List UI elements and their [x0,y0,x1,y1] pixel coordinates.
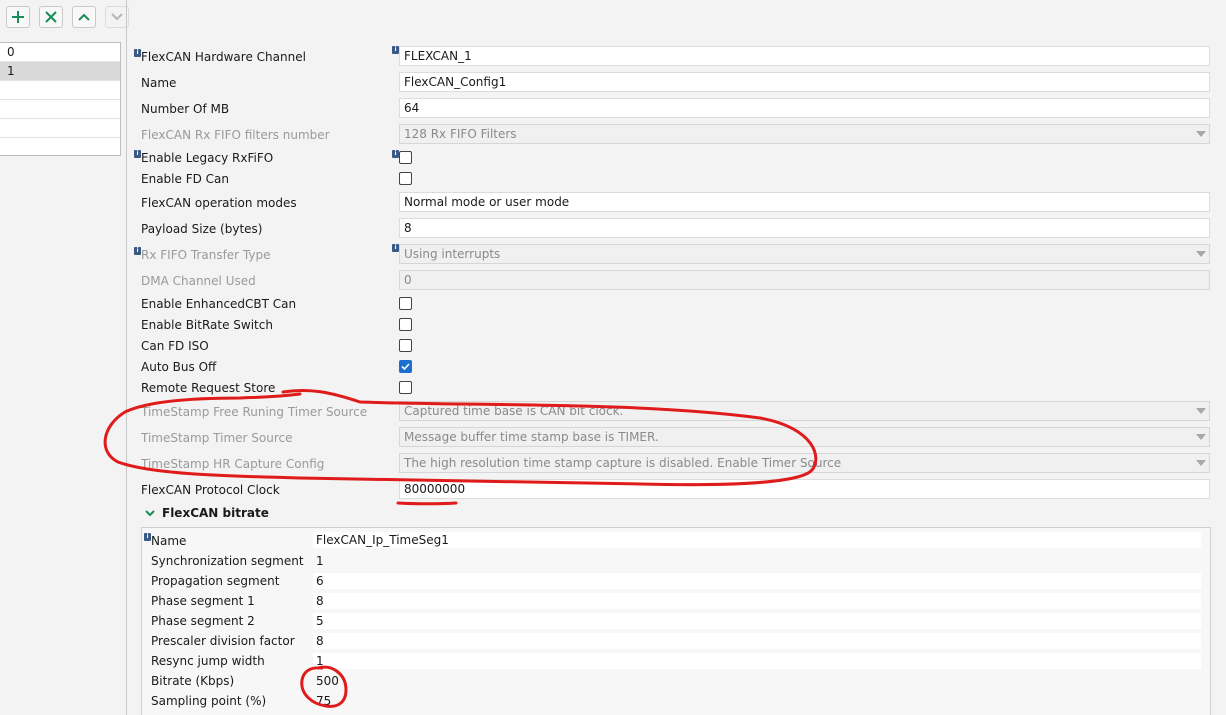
enhanced-cbt-label: Enable EnhancedCBT Can [141,297,297,311]
add-button[interactable] [6,6,30,28]
prop-segment-field[interactable]: 6 [313,573,1201,589]
list-item-selected[interactable]: 1 [0,62,120,81]
info-icon: i [392,150,399,158]
ts-free-running-select[interactable]: Captured time base is CAN bit clock. [399,401,1210,421]
resync-jump-field[interactable]: 1 [313,653,1201,669]
ts-timer-source-label: TimeStamp Timer Source [141,431,293,445]
fd-iso-checkbox[interactable] [399,339,412,352]
chevron-down-icon [1196,408,1206,414]
prop-segment-label: Propagation segment [151,574,280,588]
info-icon: i [134,150,141,158]
list-item[interactable] [0,100,120,119]
enable-fd-label: Enable FD Can [141,172,229,186]
phase-segment2-field[interactable]: 5 [313,613,1201,629]
move-up-button[interactable] [72,6,96,28]
chevron-down-icon [1196,434,1206,440]
chevron-down-icon [1196,131,1206,137]
number-of-mb-label: Number Of MB [141,102,230,116]
operation-modes-field[interactable]: Normal mode or user mode [399,192,1210,212]
ts-free-running-label: TimeStamp Free Runing Timer Source [141,405,368,419]
list-item[interactable]: 0 [0,43,120,62]
legacy-rxfifo-label: Enable Legacy RxFiFO [141,151,274,165]
chevron-down-icon [111,13,123,21]
info-icon: i [392,244,399,252]
rx-fifo-transfer-label: Rx FIFO Transfer Type [141,248,271,262]
chevron-down-icon [1196,460,1206,466]
sampling-point-label: Sampling point (%) [151,694,267,708]
prescaler-field[interactable]: 8 [313,633,1201,649]
bitrate-section-toggle[interactable]: FlexCAN bitrate [144,504,269,522]
payload-size-label: Payload Size (bytes) [141,222,263,236]
bitrate-name-label: Name [151,534,187,548]
plus-icon [12,11,24,23]
bitrate-kbps-value: 500 [316,674,339,688]
bitrate-section-title: FlexCAN bitrate [162,506,269,520]
sampling-point-value: 75 [316,694,332,708]
number-of-mb-field[interactable]: 64 [399,98,1210,118]
enable-fd-checkbox[interactable] [399,172,412,185]
ts-timer-source-select[interactable]: Message buffer time stamp base is TIMER. [399,427,1210,447]
auto-bus-off-label: Auto Bus Off [141,360,217,374]
phase-segment2-label: Phase segment 2 [151,614,255,628]
auto-bus-off-checkbox[interactable] [399,360,412,373]
list-item[interactable] [0,81,120,100]
chevron-up-icon [78,13,90,21]
name-field[interactable]: FlexCAN_Config1 [399,72,1210,92]
hw-channel-field[interactable]: FLEXCAN_1 [399,46,1210,66]
panel-divider [126,0,127,715]
close-icon [45,11,57,23]
info-icon: i [144,533,151,541]
info-icon: i [134,247,141,255]
fd-iso-label: Can FD ISO [141,339,209,353]
name-label: Name [141,76,177,90]
hw-channel-label: FlexCAN Hardware Channel [141,50,306,64]
resync-jump-label: Resync jump width [151,654,265,668]
bitrate-kbps-label: Bitrate (Kbps) [151,674,235,688]
bitrate-switch-label: Enable BitRate Switch [141,318,273,332]
bitrate-name-field[interactable]: FlexCAN_Ip_TimeSeg1 [313,532,1201,548]
prescaler-label: Prescaler division factor [151,634,295,648]
remote-request-checkbox[interactable] [399,381,412,394]
dma-channel-label: DMA Channel Used [141,274,256,288]
ts-hr-capture-select[interactable]: The high resolution time stamp capture i… [399,453,1210,473]
ts-hr-capture-label: TimeStamp HR Capture Config [141,457,325,471]
protocol-clock-underline-annotation [396,501,458,506]
protocol-clock-label: FlexCAN Protocol Clock [141,483,280,497]
enhanced-cbt-checkbox[interactable] [399,297,412,310]
protocol-clock-field[interactable]: 80000000 [399,479,1210,499]
legacy-rxfifo-checkbox[interactable] [399,151,412,164]
phase-segment1-field[interactable]: 8 [313,593,1201,609]
phase-segment1-label: Phase segment 1 [151,594,255,608]
check-icon [401,363,410,371]
config-list[interactable]: 0 1 [0,42,121,156]
remote-request-label: Remote Request Store [141,381,276,395]
chevron-down-icon [1196,251,1206,257]
rx-fifo-filters-select[interactable]: 128 Rx FIFO Filters [399,124,1210,144]
sync-segment-label: Synchronization segment [151,554,304,568]
info-icon: i [392,46,399,54]
list-item[interactable] [0,119,120,138]
chevron-down-icon [145,510,155,517]
rx-fifo-transfer-select[interactable]: Using interrupts [399,244,1210,264]
rx-fifo-filters-label: FlexCAN Rx FIFO filters number [141,128,330,142]
operation-modes-label: FlexCAN operation modes [141,196,297,210]
sync-segment-value: 1 [316,554,324,568]
bitrate-switch-checkbox[interactable] [399,318,412,331]
info-icon: i [134,49,141,57]
payload-size-field[interactable]: 8 [399,218,1210,238]
remove-button[interactable] [39,6,63,28]
dma-channel-field[interactable]: 0 [399,270,1210,290]
